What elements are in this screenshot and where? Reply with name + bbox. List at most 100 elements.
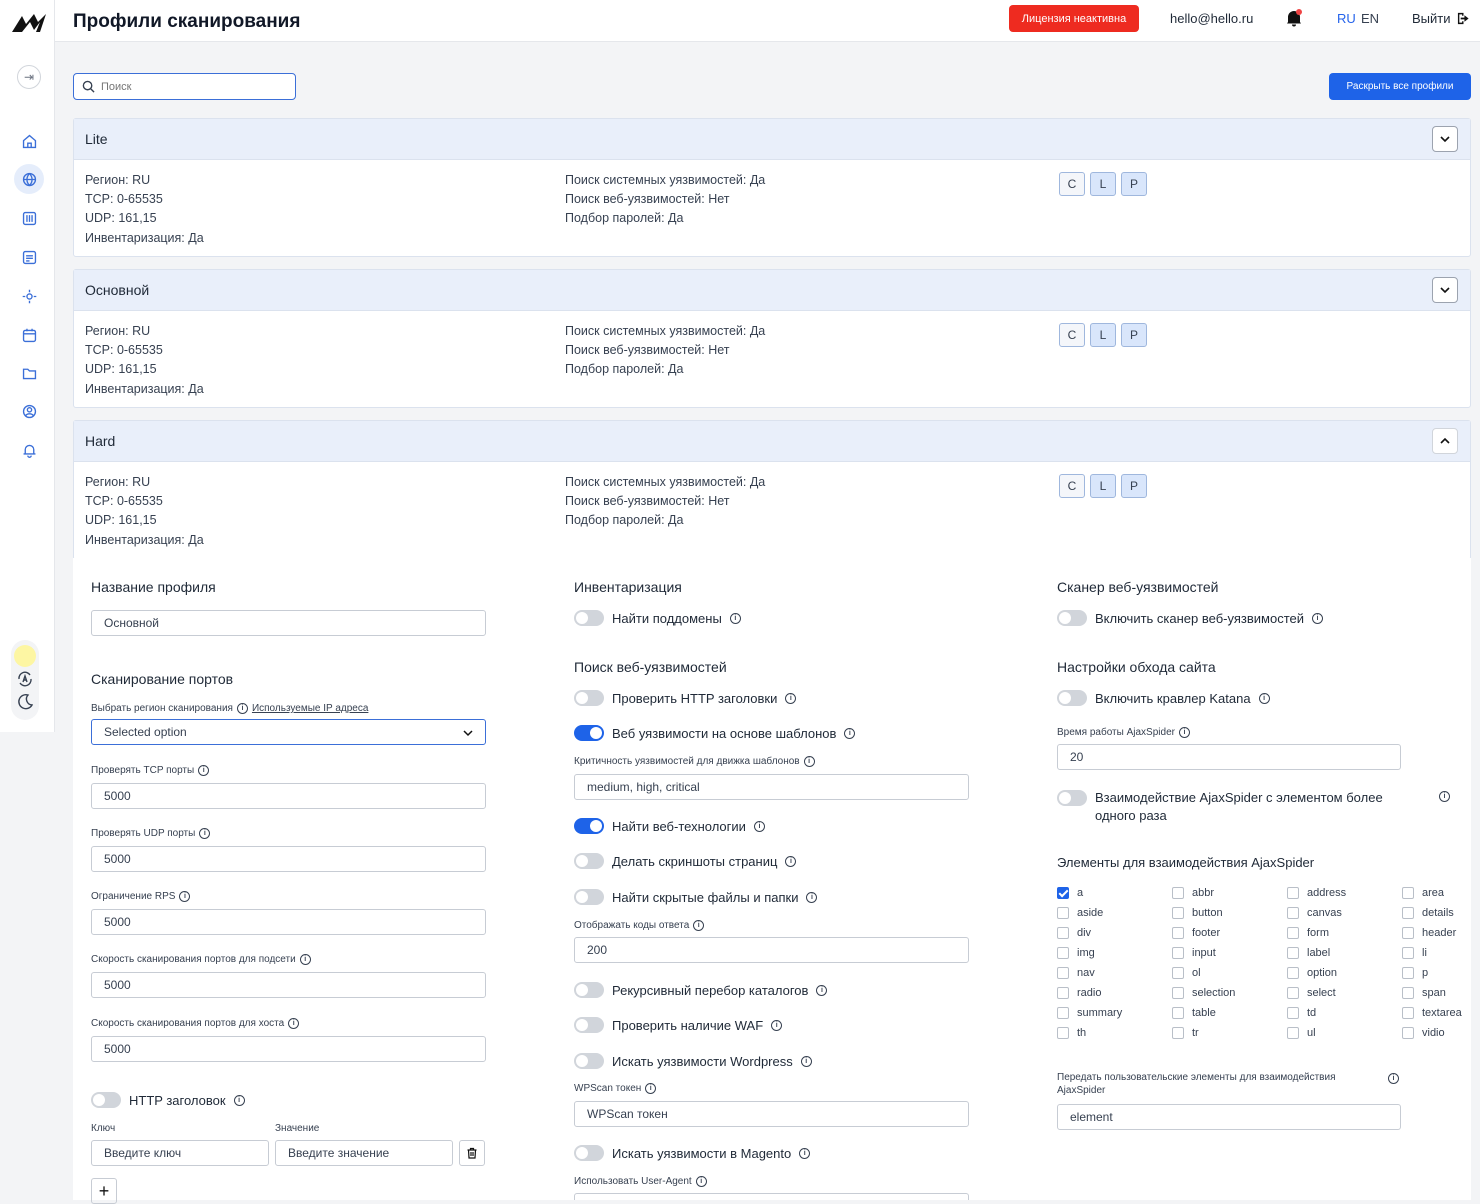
expand-profile-button[interactable] (1432, 277, 1458, 303)
info-icon[interactable]: i (645, 1083, 657, 1094)
toggle-switch[interactable] (91, 1092, 121, 1108)
toggle-switch[interactable] (574, 610, 604, 626)
info-icon[interactable]: i (1312, 612, 1323, 624)
element-checkbox-input[interactable]: input (1172, 947, 1216, 959)
dashboard-icon[interactable] (14, 242, 44, 272)
info-icon[interactable]: i (693, 920, 705, 931)
element-checkbox-form[interactable]: form (1287, 927, 1329, 939)
info-icon[interactable]: i (299, 954, 311, 965)
info-icon[interactable]: i (844, 727, 856, 739)
katana-toggle[interactable]: Включить кравлер Katana i (1057, 690, 1270, 706)
templates-toggle[interactable]: Веб уязвимости на основе шаблонов i (574, 725, 856, 741)
wpscan-token-input[interactable]: WPScan токен (574, 1101, 969, 1127)
wordpress-toggle[interactable]: Искать уязвимости Wordpress i (574, 1053, 812, 1069)
expand-profile-button[interactable] (1432, 126, 1458, 152)
collapse-profile-button[interactable] (1432, 428, 1458, 454)
info-icon[interactable]: i (1258, 692, 1270, 704)
toggle-switch[interactable] (574, 889, 604, 905)
checkbox[interactable] (1402, 887, 1414, 899)
checkbox[interactable] (1402, 947, 1414, 959)
http-header-toggle[interactable]: HTTP заголовок i (91, 1092, 245, 1108)
element-checkbox-select[interactable]: select (1287, 987, 1336, 999)
element-checkbox-label[interactable]: label (1287, 947, 1330, 959)
checkbox[interactable] (1057, 887, 1069, 899)
checkbox[interactable] (1287, 907, 1299, 919)
info-icon[interactable]: i (785, 855, 797, 867)
info-icon[interactable]: i (800, 1055, 812, 1067)
waf-toggle[interactable]: Проверить наличие WAF i (574, 1017, 783, 1033)
checkbox[interactable] (1402, 927, 1414, 939)
info-icon[interactable]: i (695, 1176, 707, 1187)
checkbox[interactable] (1402, 1007, 1414, 1019)
info-icon[interactable]: i (179, 891, 191, 902)
search-field[interactable] (73, 73, 296, 100)
element-checkbox-radio[interactable]: radio (1057, 987, 1101, 999)
toggle-switch[interactable] (1057, 690, 1087, 706)
host-speed-input[interactable]: 5000 (91, 1036, 486, 1062)
toggle-switch[interactable] (574, 690, 604, 706)
checkbox[interactable] (1057, 1007, 1069, 1019)
checkbox[interactable] (1287, 1027, 1299, 1039)
element-checkbox-li[interactable]: li (1402, 947, 1427, 959)
add-header-button[interactable]: + (91, 1178, 117, 1204)
home-icon[interactable] (14, 126, 44, 156)
delete-header-button[interactable] (459, 1140, 485, 1166)
toggle-switch[interactable] (574, 818, 604, 834)
info-icon[interactable]: i (753, 820, 765, 832)
element-checkbox-vidio[interactable]: vidio (1402, 1027, 1445, 1039)
checkbox[interactable] (1287, 947, 1299, 959)
magento-toggle[interactable]: Искать уязвимости в Magento i (574, 1145, 811, 1161)
scanner-toggle[interactable]: Включить сканер веб-уязвимостей i (1057, 610, 1323, 626)
user-icon[interactable] (14, 396, 44, 426)
toggle-switch[interactable] (574, 982, 604, 998)
info-icon[interactable]: i (233, 1094, 245, 1106)
profile-header[interactable]: Основной (74, 270, 1470, 311)
settings-target-icon[interactable] (14, 281, 44, 311)
expand-all-profiles-button[interactable]: Раскрыть все профили (1329, 73, 1471, 100)
element-checkbox-th[interactable]: th (1057, 1027, 1086, 1039)
element-checkbox-header[interactable]: header (1402, 927, 1456, 939)
checkbox[interactable] (1287, 987, 1299, 999)
checkbox[interactable] (1402, 987, 1414, 999)
webtech-toggle[interactable]: Найти веб-технологии i (574, 818, 765, 834)
profile-header[interactable]: Lite (74, 119, 1470, 160)
info-icon[interactable]: i (803, 756, 815, 767)
bell-sidebar-icon[interactable] (14, 435, 44, 465)
subnet-speed-input[interactable]: 5000 (91, 972, 486, 998)
info-icon[interactable]: i (1439, 791, 1450, 802)
hidden-files-toggle[interactable]: Найти скрытые файлы и папки i (574, 889, 818, 905)
toggle-switch[interactable] (574, 725, 604, 741)
user-email[interactable]: hello@hello.ru (1170, 11, 1253, 26)
moon-icon[interactable] (16, 693, 34, 711)
info-icon[interactable]: i (799, 1147, 811, 1159)
toggle-switch[interactable] (574, 1017, 604, 1033)
udp-ports-input[interactable]: 5000 (91, 846, 486, 872)
info-icon[interactable]: i (199, 828, 211, 839)
info-icon[interactable]: i (729, 612, 741, 624)
severity-input[interactable]: medium, high, critical (574, 774, 969, 800)
checkbox[interactable] (1402, 1027, 1414, 1039)
logout-button[interactable]: Выйти (1412, 11, 1470, 26)
toggle-switch[interactable] (574, 1053, 604, 1069)
checkbox[interactable] (1172, 967, 1184, 979)
element-checkbox-tr[interactable]: tr (1172, 1027, 1199, 1039)
info-icon[interactable]: i (771, 1019, 783, 1031)
checkbox[interactable] (1172, 907, 1184, 919)
info-icon[interactable]: i (1178, 727, 1190, 738)
element-checkbox-aside[interactable]: aside (1057, 907, 1103, 919)
info-icon[interactable]: i (288, 1018, 300, 1029)
element-checkbox-nav[interactable]: nav (1057, 967, 1095, 979)
element-checkbox-textarea[interactable]: textarea (1402, 1007, 1462, 1019)
element-checkbox-p[interactable]: p (1402, 967, 1428, 979)
checkbox[interactable] (1287, 887, 1299, 899)
sliders-icon[interactable] (14, 203, 44, 233)
response-codes-input[interactable]: 200 (574, 937, 969, 963)
info-icon[interactable]: i (816, 984, 828, 996)
info-icon[interactable]: i (236, 703, 248, 714)
checkbox[interactable] (1057, 967, 1069, 979)
folder-icon[interactable] (14, 358, 44, 388)
element-checkbox-a[interactable]: a (1057, 887, 1083, 899)
recursive-toggle[interactable]: Рекурсивный перебор каталогов i (574, 982, 828, 998)
checkbox[interactable] (1057, 927, 1069, 939)
checkbox[interactable] (1172, 887, 1184, 899)
